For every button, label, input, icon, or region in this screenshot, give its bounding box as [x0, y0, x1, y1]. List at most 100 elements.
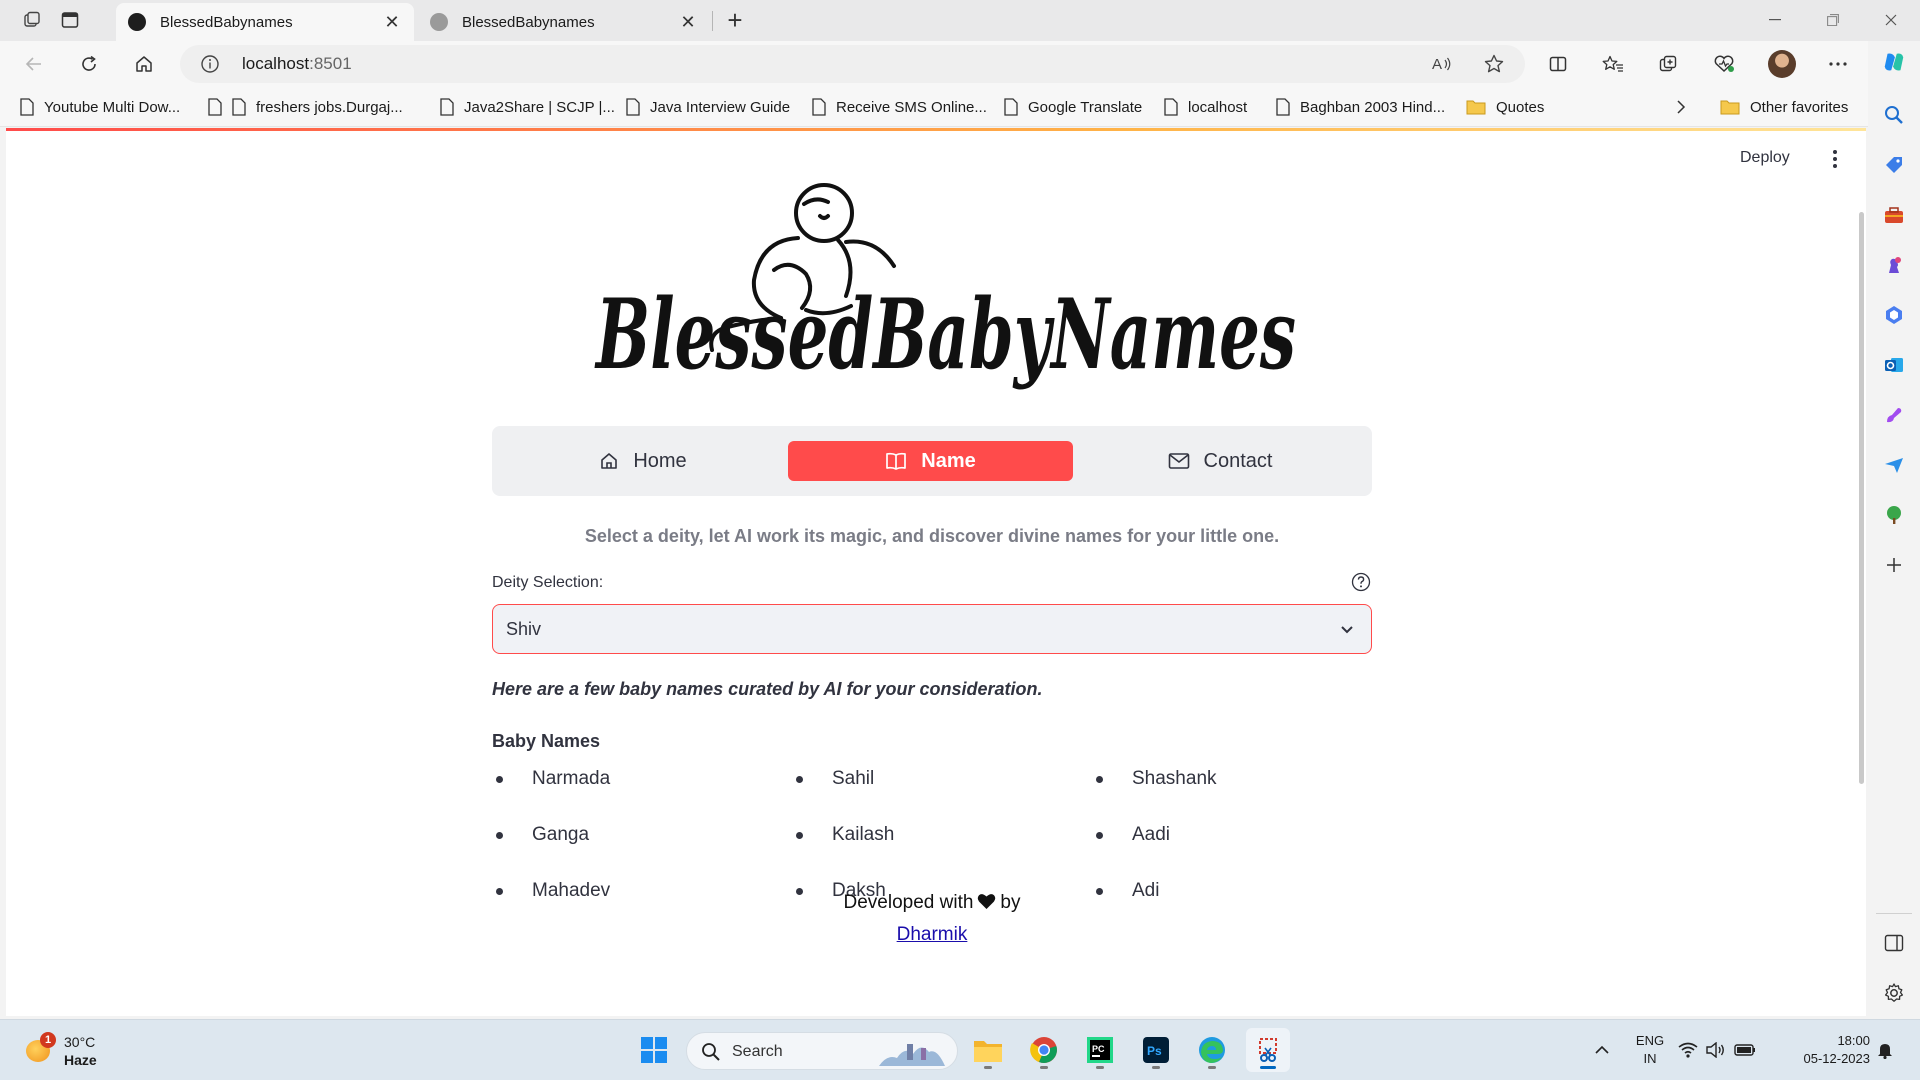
- bookmark-folder[interactable]: Quotes: [1466, 96, 1544, 118]
- edge-icon[interactable]: [1190, 1028, 1234, 1072]
- address-bar[interactable]: localhost:8501 A: [180, 45, 1525, 83]
- search-placeholder: Search: [732, 1043, 783, 1060]
- url-host: localhost: [242, 54, 310, 73]
- svg-text:Ps: Ps: [1147, 1044, 1162, 1058]
- chevron-down-icon[interactable]: [1339, 621, 1355, 637]
- help-question-icon[interactable]: [1351, 572, 1371, 592]
- profile-avatar[interactable]: [1768, 50, 1796, 78]
- weather-widget[interactable]: 1 30°C Haze: [22, 1030, 162, 1070]
- nav-home[interactable]: Home: [502, 441, 784, 481]
- tagline: Select a deity, let AI work its magic, a…: [584, 526, 1280, 546]
- settings-gear-icon[interactable]: [1882, 981, 1906, 1005]
- bookmark-item[interactable]: Java Interview Guide: [626, 96, 790, 118]
- baby-name: Ganga: [532, 824, 590, 845]
- more-menu-icon[interactable]: [1822, 48, 1854, 80]
- workspaces-icon[interactable]: [18, 8, 46, 32]
- author-link[interactable]: Dharmik: [897, 924, 968, 945]
- main-menu-icon[interactable]: [1832, 150, 1838, 168]
- minimize-button[interactable]: [1752, 6, 1798, 34]
- snipping-tool-icon[interactable]: [1246, 1028, 1290, 1072]
- favorites-icon[interactable]: [1597, 48, 1629, 80]
- deity-select[interactable]: Shiv: [492, 604, 1372, 654]
- tree-icon[interactable]: [1882, 503, 1906, 527]
- close-window-button[interactable]: [1868, 6, 1914, 34]
- favorite-star-icon[interactable]: [1482, 52, 1506, 76]
- search-icon[interactable]: [1882, 103, 1906, 127]
- running-indicator: [1096, 1066, 1104, 1069]
- tools-icon[interactable]: [1882, 203, 1906, 227]
- taskbar-search[interactable]: Search: [686, 1032, 958, 1070]
- copilot-icon[interactable]: [1882, 50, 1906, 74]
- browser-toolbar: localhost:8501 A: [0, 41, 1868, 87]
- browser-tab-active[interactable]: BlessedBabynames ✕: [116, 3, 414, 41]
- page-icon: [440, 98, 454, 116]
- close-tab-icon[interactable]: ✕: [382, 12, 402, 32]
- bookmark-item[interactable]: Google Translate: [1004, 96, 1142, 118]
- other-favorites-folder[interactable]: Other favorites: [1720, 96, 1848, 118]
- running-indicator: [1040, 1066, 1048, 1069]
- chrome-icon[interactable]: [1022, 1028, 1066, 1072]
- bookmark-item[interactable]: Java2Share | SCJP |...: [440, 96, 615, 118]
- chevron-up-icon[interactable]: [1580, 1028, 1624, 1072]
- hide-sidebar-icon[interactable]: [1882, 931, 1906, 955]
- pycharm-icon[interactable]: PC: [1078, 1028, 1122, 1072]
- restore-button[interactable]: [1810, 6, 1856, 34]
- notification-bell-icon[interactable]: [1870, 1028, 1900, 1072]
- volume-icon[interactable]: [1704, 1028, 1728, 1072]
- start-windows-icon[interactable]: [632, 1028, 676, 1072]
- bookmark-label: Java Interview Guide: [650, 98, 791, 116]
- blessed-baby-names-logo: BlessedBabyNames: [576, 178, 1316, 403]
- designer-icon[interactable]: [1882, 403, 1906, 427]
- url-text[interactable]: localhost:8501: [242, 54, 352, 74]
- bookmark-item[interactable]: Receive SMS Online...: [812, 96, 987, 118]
- vertical-tabs-icon[interactable]: [56, 8, 84, 32]
- file-explorer-icon[interactable]: [966, 1028, 1010, 1072]
- nav-name[interactable]: Name: [788, 441, 1073, 481]
- page-scrollbar[interactable]: [1859, 212, 1864, 784]
- bookmark-label: Java2Share | SCJP |...: [464, 98, 615, 116]
- bookmark-item[interactable]: Youtube Multi Dow...: [20, 96, 180, 118]
- search-icon: [701, 1042, 721, 1062]
- add-icon[interactable]: [1882, 553, 1906, 577]
- home-icon[interactable]: [128, 48, 160, 80]
- site-info-icon[interactable]: [200, 54, 220, 74]
- page-icon: [626, 98, 640, 116]
- refresh-icon[interactable]: [73, 48, 105, 80]
- shopping-tag-icon[interactable]: [1882, 153, 1906, 177]
- battery-icon[interactable]: [1732, 1028, 1758, 1072]
- collections-icon[interactable]: [1652, 48, 1684, 80]
- envelope-icon: [1168, 453, 1189, 469]
- microsoft-365-icon[interactable]: [1882, 303, 1906, 327]
- system-clock[interactable]: 18:00 05-12-2023: [1780, 1032, 1871, 1068]
- read-aloud-icon[interactable]: A: [1430, 52, 1454, 76]
- running-indicator: [1152, 1066, 1160, 1069]
- split-screen-icon[interactable]: [1542, 48, 1574, 80]
- footer-link-wrap: Dharmik: [492, 924, 1372, 946]
- url-port: :8501: [309, 54, 352, 73]
- bookmark-item[interactable]: Baghban 2003 Hind...: [1276, 96, 1445, 118]
- deploy-button[interactable]: Deploy: [1740, 149, 1790, 167]
- new-tab-button[interactable]: +: [722, 7, 748, 34]
- back-icon[interactable]: [18, 48, 50, 80]
- edge-sidebar: [1868, 41, 1920, 1019]
- baby-name: Shashank: [1132, 768, 1217, 789]
- send-icon[interactable]: [1882, 453, 1906, 477]
- browser-tab[interactable]: BlessedBabynames ✕: [418, 3, 710, 41]
- lang-code: ENG: [1635, 1033, 1665, 1048]
- games-icon[interactable]: [1882, 253, 1906, 277]
- windows-taskbar: 1 30°C Haze Search PC Ps ENG IN 18:00 05…: [0, 1019, 1920, 1080]
- bookmark-label: Google Translate: [1028, 98, 1143, 116]
- bookmark-item[interactable]: localhost: [1164, 96, 1247, 118]
- photoshop-icon[interactable]: Ps: [1134, 1028, 1178, 1072]
- folder-icon: [1720, 100, 1740, 115]
- browser-essentials-icon[interactable]: [1708, 48, 1740, 80]
- svg-text:A: A: [1432, 56, 1442, 73]
- close-tab-icon[interactable]: ✕: [678, 12, 698, 32]
- nav-contact[interactable]: Contact: [1078, 441, 1362, 481]
- bookmarks-overflow-chevron-icon[interactable]: [1676, 96, 1686, 118]
- wifi-icon[interactable]: [1676, 1028, 1700, 1072]
- input-language[interactable]: ENG IN: [1630, 1032, 1670, 1068]
- bookmark-item[interactable]: freshers jobs.Durgaj...: [208, 96, 403, 118]
- outlook-icon[interactable]: [1882, 353, 1906, 377]
- bullet-icon: [1096, 775, 1103, 783]
